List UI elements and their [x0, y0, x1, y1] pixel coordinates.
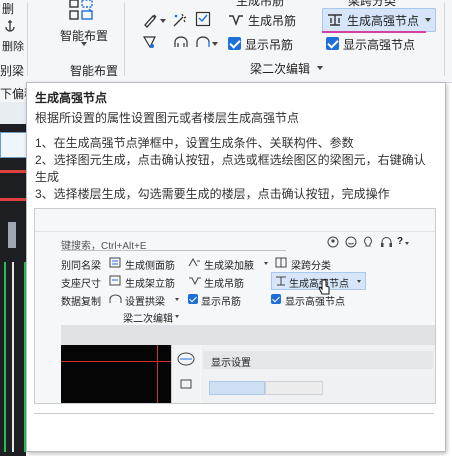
- preview-item: 梁跨分类: [291, 261, 331, 272]
- tooltip-title: 生成高强节点: [35, 91, 108, 105]
- preview-item: 显示吊筋: [201, 297, 241, 308]
- beam-line: [0, 198, 26, 201]
- axis-line: [12, 262, 14, 452]
- tooltip-step: 2、选择图元生成，点击确认按钮，点选或框选绘图区的梁图元，右键确认生成: [35, 153, 426, 184]
- drawing-canvas[interactable]: [0, 102, 28, 456]
- preview-search-underline: [61, 250, 286, 251]
- arch-icon[interactable]: [173, 35, 189, 49]
- brush-icon[interactable]: [142, 12, 160, 28]
- preview-panel-title: 显示设置: [211, 358, 251, 369]
- preview-item: 生成侧面筋: [125, 261, 175, 272]
- preview-item: 别同名梁: [61, 261, 101, 272]
- ribbon-divider: [27, 2, 28, 76]
- ribbon-left-clip-2[interactable]: 删除: [2, 38, 24, 54]
- magic-wand-icon[interactable]: [171, 12, 189, 28]
- preview-smile-icon: [345, 236, 357, 248]
- preview-band: [61, 325, 435, 345]
- arch-arrow-icon[interactable]: [195, 35, 211, 49]
- preview-hanger-icon: [189, 277, 201, 286]
- preview-span-icon: [275, 257, 287, 268]
- preview-search-bar: [35, 209, 435, 232]
- chevron-down-icon[interactable]: [212, 42, 218, 46]
- ribbon-divider: [124, 2, 125, 76]
- gen-hanger-button[interactable]: 生成吊筋: [248, 12, 296, 29]
- ribbon-toolbar: 删 删除 别梁 智能布置 智能布置 生成吊筋 梁跨分类 生成吊筋 生成高强节点 …: [0, 0, 452, 83]
- chevron-down-icon: [357, 280, 361, 283]
- preview-strong-node-icon: [276, 276, 286, 286]
- preview-canvas: [61, 345, 171, 403]
- ribbon-left-group-label: 别梁: [0, 64, 25, 78]
- beam-line: [61, 361, 171, 362]
- chevron-down-icon: [405, 242, 409, 245]
- rebar-lines: [4, 262, 26, 452]
- preview-group-label: 梁二次编辑: [123, 314, 173, 325]
- preview-user-icon: [327, 236, 339, 248]
- left-partial-strip: 下偏移: [0, 82, 36, 102]
- chevron-down-icon: [175, 298, 179, 301]
- preview-haunch-icon: [188, 257, 200, 267]
- smart-layout-icon[interactable]: [68, 0, 98, 24]
- preview-headset-icon: [381, 237, 392, 247]
- show-hanger-checkbox[interactable]: [228, 37, 241, 50]
- ribbon-divider: [444, 2, 445, 76]
- preview-item: 显示高强节点: [285, 297, 345, 308]
- edit-shape-icon[interactable]: [142, 34, 158, 50]
- preview-tab: [265, 381, 323, 395]
- preview-item: 设置拱梁: [125, 297, 165, 308]
- column-block: [8, 222, 16, 248]
- tooltip-step: 3、选择楼层生成，勾选需要生成的楼层，点击确认按钮，完成操作: [35, 187, 390, 201]
- preview-chip-icon: [180, 379, 192, 389]
- chevron-down-icon: [264, 262, 268, 265]
- ribbon-left-clip-1[interactable]: 删: [2, 0, 14, 17]
- ribbon-top-clip-1[interactable]: 生成吊筋: [236, 0, 284, 9]
- canvas-panel: [0, 132, 28, 158]
- hanger-icon[interactable]: [226, 11, 246, 27]
- preview-side-rebar-icon: [109, 257, 121, 268]
- preview-arch-icon: [109, 294, 122, 303]
- gen-strong-node-button[interactable]: 生成高强节点: [322, 8, 436, 32]
- preview-show-hanger-checkbox: [188, 294, 198, 304]
- canvas-tab: [0, 102, 26, 124]
- preview-side-toolbar: [171, 345, 200, 403]
- preview-erect-rebar-icon: [109, 275, 121, 286]
- preview-item: 生成吊筋: [204, 279, 244, 290]
- anchor-icon[interactable]: [2, 18, 18, 34]
- chevron-down-icon[interactable]: [425, 18, 431, 22]
- gen-strong-node-label: 生成高强节点: [347, 14, 420, 28]
- tooltip-step: 1、在生成高强节点弹框中，设置生成条件、关联构件、参数: [35, 136, 354, 150]
- strong-node-icon: [328, 14, 342, 26]
- beam-line: [157, 345, 158, 403]
- tooltip-divider: [34, 413, 434, 414]
- show-strong-node-label[interactable]: 显示高强节点: [343, 36, 415, 53]
- preview-item: 生成梁加腋: [204, 261, 254, 272]
- highlight-underline: [322, 31, 426, 33]
- tooltip-preview-image: 键搜索，Ctrl+Alt+E ? 别同名梁 生成侧面筋 生成梁加腋 梁跨分类 支…: [34, 208, 436, 404]
- group-expand-icon[interactable]: [317, 66, 323, 70]
- beam-line: [0, 170, 26, 173]
- preview-item: 数据复制: [61, 297, 101, 308]
- preview-help-icon: ?: [397, 236, 404, 247]
- chevron-down-icon: [175, 315, 179, 318]
- tooltip-steps: 1、在生成高强节点弹框中，设置生成条件、关联构件、参数 2、选择图元生成，点击确…: [35, 135, 435, 203]
- preview-bulb-icon: [364, 236, 372, 247]
- chevron-down-icon[interactable]: [160, 19, 166, 23]
- preview-item: 生成架立筋: [125, 279, 175, 290]
- group-beam-edit-label: 梁二次编辑: [250, 62, 311, 76]
- preview-display-settings: 显示设置: [201, 345, 435, 403]
- preview-tab: [209, 381, 265, 395]
- preview-item: 支座尺寸: [61, 279, 101, 290]
- show-strong-node-checkbox[interactable]: [326, 37, 339, 50]
- group-smart-layout-label: 智能布置: [70, 64, 119, 78]
- tooltip-description: 根据所设置的属性设置图元或者楼层生成高强节点: [35, 111, 300, 125]
- preview-layers-icon: [177, 352, 195, 366]
- chevron-down-icon[interactable]: [81, 42, 87, 46]
- grid-select-icon[interactable]: [195, 11, 211, 27]
- preview-show-strong-node-checkbox: [271, 294, 281, 304]
- show-hanger-label[interactable]: 显示吊筋: [245, 36, 293, 53]
